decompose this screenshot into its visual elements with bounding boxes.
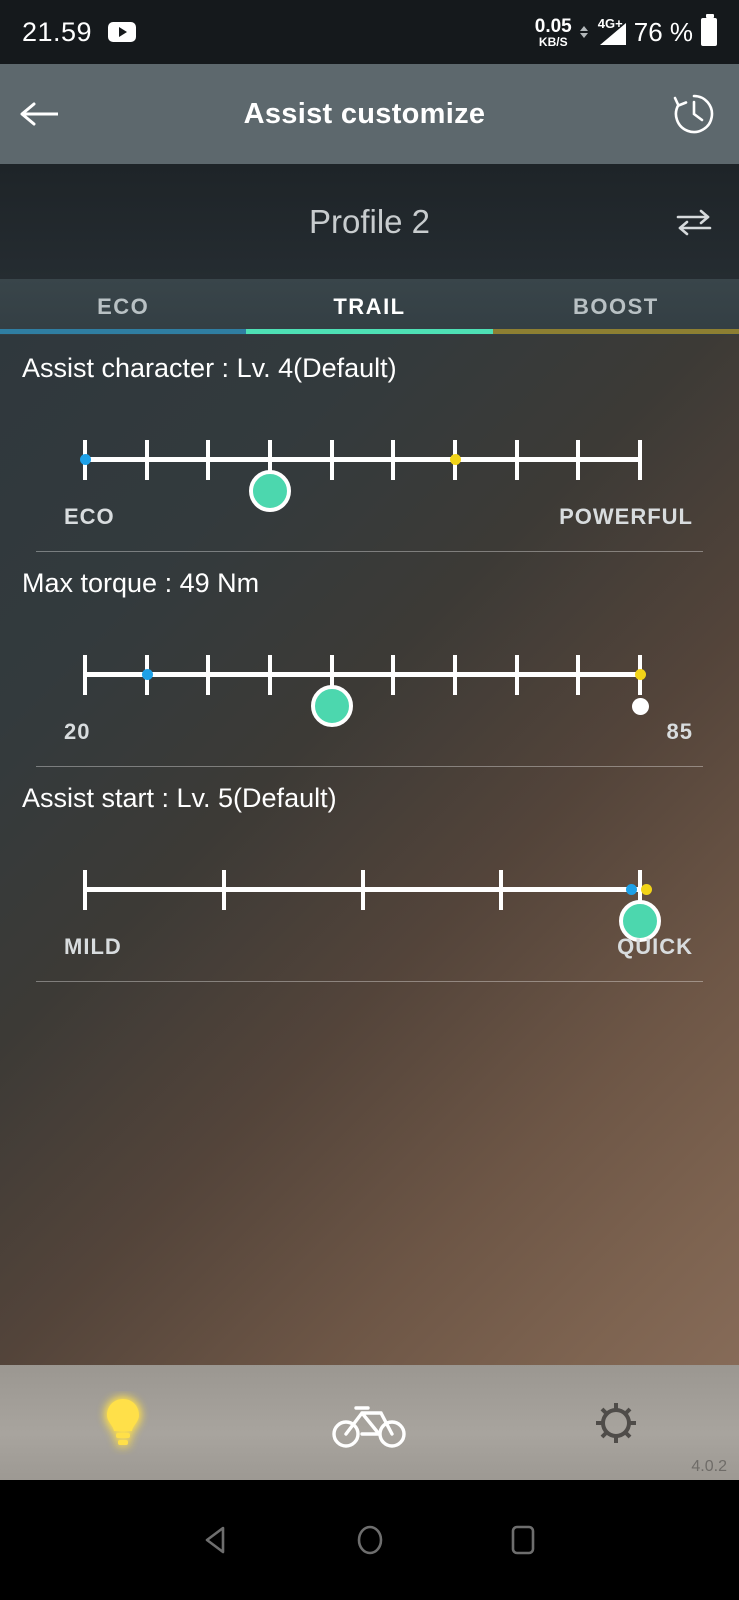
profile-title: Profile 2 xyxy=(308,202,431,240)
back-arrow-icon xyxy=(20,102,58,126)
slider-tick xyxy=(514,655,519,695)
profile-bar: Profile 2 xyxy=(0,164,739,279)
slider-end-labels-1: 20 85 xyxy=(0,719,739,753)
slider-tick xyxy=(391,440,396,480)
slider-end-labels-0: ECO POWERFUL xyxy=(0,504,739,538)
reset-button[interactable] xyxy=(649,64,739,164)
tab-boost-label: BOOST xyxy=(572,294,659,319)
slider-tick xyxy=(453,655,457,695)
network-speed-value: 0.05 xyxy=(534,15,572,37)
slider-max-label-2: QUICK xyxy=(617,934,693,959)
slider-min-label-0: ECO xyxy=(64,504,115,529)
nav-item-bike[interactable] xyxy=(246,1365,492,1480)
slider-tick xyxy=(83,655,87,695)
slider-max-label-0: POWERFUL xyxy=(559,504,693,529)
setting-section-1: Max torque : 49 Nm 20 85 xyxy=(0,568,739,753)
network-speed-unit: KB/S xyxy=(538,34,568,49)
slider-min-label-2: MILD xyxy=(64,934,122,959)
slider-tick xyxy=(360,870,365,910)
slider-ticks-0 xyxy=(80,440,642,512)
status-bar: 21.59 0.05 KB/S 4G+ 76 % xyxy=(0,0,739,64)
tab-trail-label: TRAIL xyxy=(333,294,406,319)
section-divider-0 xyxy=(36,551,703,552)
nav-item-assist[interactable] xyxy=(0,1365,246,1480)
slider-blue-marker-0 xyxy=(80,454,91,465)
slider-blue-marker-1 xyxy=(141,669,153,680)
youtube-icon xyxy=(108,22,137,42)
slider-tick xyxy=(221,870,226,910)
app-bar: Assist customize xyxy=(0,64,739,164)
slider-tick xyxy=(329,440,334,480)
app-version: 4.0.2 xyxy=(691,1458,727,1475)
android-nav-bar xyxy=(0,1480,739,1600)
tab-indicator-trail xyxy=(246,329,493,334)
slider-0[interactable] xyxy=(0,408,739,512)
tab-indicator-boost xyxy=(492,329,739,334)
android-recents-icon xyxy=(511,1525,534,1555)
section-divider-1 xyxy=(36,766,703,767)
gear-icon xyxy=(595,1402,636,1443)
battery-percent: 76 % xyxy=(633,16,693,47)
slider-min-label-1: 20 xyxy=(64,719,91,744)
slider-yellow-marker-0 xyxy=(450,454,461,465)
data-transfer-arrows-icon xyxy=(579,26,588,38)
app-root: 21.59 0.05 KB/S 4G+ 76 % Assist customiz… xyxy=(0,0,739,1600)
page-title: Assist customize xyxy=(243,97,486,130)
slider-max-label-1: 85 xyxy=(666,719,693,744)
battery-icon xyxy=(701,14,717,46)
slider-end-dot-1 xyxy=(632,698,649,715)
slider-tick xyxy=(391,655,396,695)
android-back-icon xyxy=(205,1526,224,1554)
slider-tick xyxy=(576,440,581,480)
slider-tick xyxy=(499,870,504,910)
slider-tick xyxy=(514,440,519,480)
network-speed: 0.05 KB/S xyxy=(535,17,572,48)
slider-tick xyxy=(144,440,149,480)
tab-trail[interactable]: TRAIL xyxy=(246,279,492,335)
tab-indicator-eco xyxy=(0,329,247,334)
slider-tick xyxy=(638,440,642,480)
setting-label-1: Max torque : 49 Nm xyxy=(22,568,260,598)
bicycle-icon xyxy=(332,1405,407,1448)
status-right-cluster: 0.05 KB/S 4G+ 76 % xyxy=(535,14,717,48)
mode-tabs: ECO TRAIL BOOST xyxy=(0,279,739,335)
android-recents-button[interactable] xyxy=(503,1520,543,1560)
back-button[interactable] xyxy=(0,64,80,164)
slider-tick xyxy=(576,655,581,695)
slider-1[interactable] xyxy=(0,623,739,727)
section-divider-2 xyxy=(36,981,703,982)
slider-yellow-marker-1 xyxy=(635,669,646,680)
slider-tick xyxy=(206,440,211,480)
tab-indicator xyxy=(0,329,739,334)
slider-end-labels-2: MILD QUICK xyxy=(0,934,739,968)
slider-yellow-marker-2 xyxy=(641,884,652,895)
swap-arrows-icon xyxy=(676,209,712,235)
slider-2[interactable] xyxy=(0,838,739,942)
restore-history-icon xyxy=(673,94,714,134)
slider-ticks-1 xyxy=(83,655,649,727)
setting-label-2: Assist start : Lv. 5(Default) xyxy=(22,783,337,813)
slider-tick xyxy=(83,870,87,910)
status-time: 21.59 xyxy=(22,16,93,47)
android-home-button[interactable] xyxy=(350,1520,390,1560)
setting-label-0: Assist character : Lv. 4(Default) xyxy=(22,353,397,383)
settings-body: Assist character : Lv. 4(Default) ECO POWE… xyxy=(0,335,739,1600)
bottom-nav: 4.0.2 xyxy=(0,1365,739,1480)
lightbulb-icon xyxy=(107,1398,140,1445)
tab-eco-label: ECO xyxy=(97,294,150,319)
tab-boost[interactable]: BOOST xyxy=(493,279,739,335)
signal-icon: 4G+ xyxy=(596,16,626,45)
tab-eco[interactable]: ECO xyxy=(0,279,246,335)
slider-tick xyxy=(268,655,272,695)
swap-profile-button[interactable] xyxy=(649,164,739,279)
setting-section-0: Assist character : Lv. 4(Default) ECO POWE… xyxy=(0,353,739,538)
android-home-icon xyxy=(357,1525,382,1555)
setting-section-2: Assist start : Lv. 5(Default) MILD QUICK xyxy=(0,783,739,968)
slider-blue-marker-2 xyxy=(626,884,637,895)
android-back-button[interactable] xyxy=(197,1520,237,1560)
slider-ticks-2 xyxy=(83,870,661,942)
slider-tick xyxy=(206,655,211,695)
